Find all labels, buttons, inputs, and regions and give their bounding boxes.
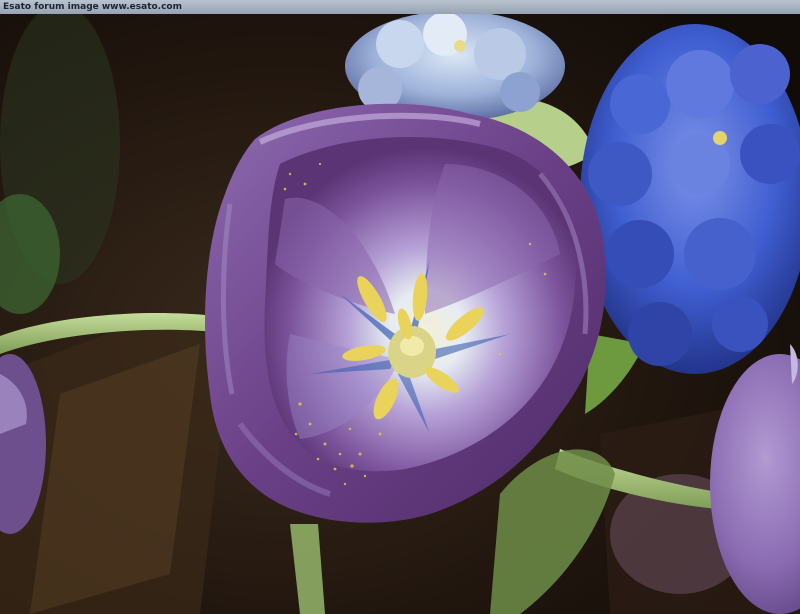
tulip-photo-illustration bbox=[0, 14, 800, 614]
image-frame: Esato forum image www.esato.com bbox=[0, 0, 800, 614]
watermark-bar: Esato forum image www.esato.com bbox=[0, 0, 800, 14]
blue-hyacinth bbox=[580, 24, 800, 374]
watermark-caption: Esato forum image www.esato.com bbox=[3, 2, 182, 12]
flower-photo bbox=[0, 14, 800, 614]
